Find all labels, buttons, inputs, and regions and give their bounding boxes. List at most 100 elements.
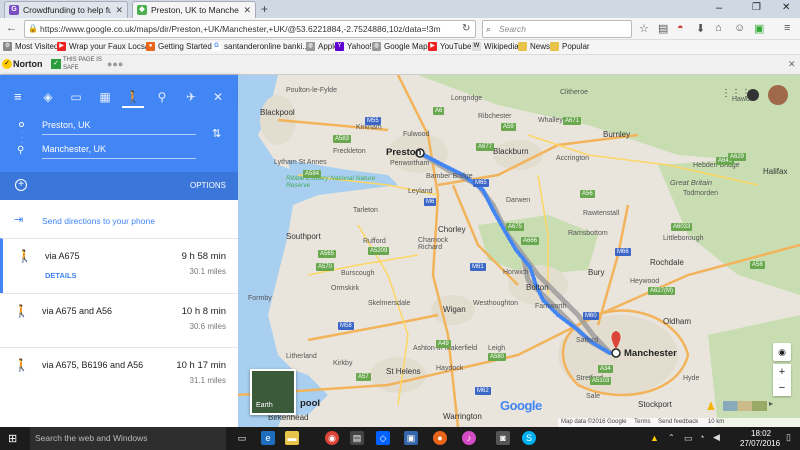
- reload-icon[interactable]: ↻: [462, 23, 470, 34]
- add-destination-icon[interactable]: +: [15, 179, 27, 191]
- collapse-imagery-icon[interactable]: ▸: [769, 399, 773, 408]
- photos-icon[interactable]: ▣: [404, 431, 418, 445]
- download-icon[interactable]: ⬇: [696, 22, 705, 35]
- pocket-icon[interactable]: ◓: [677, 22, 684, 34]
- clipboard-icon[interactable]: ▤: [658, 22, 668, 35]
- send-directions-link[interactable]: Send directions to your phone: [42, 216, 155, 226]
- earth-view-toggle[interactable]: Earth: [250, 369, 296, 415]
- terms-link[interactable]: Terms: [634, 419, 650, 425]
- tab-crowdfunding[interactable]: G Crowdfunding to help fun... ✕: [4, 1, 128, 18]
- back-arrow-icon[interactable]: ←: [6, 22, 17, 34]
- send-feedback-link[interactable]: Send feedback: [658, 419, 698, 425]
- route-option-2[interactable]: 🚶 via A675 and A56 10 h 8 min 30.6 miles: [0, 293, 238, 347]
- bookmark-youtube[interactable]: ▶ YouTube: [428, 42, 471, 51]
- map-label-blackpool: Blackpool: [260, 108, 295, 117]
- windows-start-icon[interactable]: ⊞: [8, 432, 17, 445]
- airplane-icon[interactable]: ✈: [183, 90, 199, 104]
- origin-input[interactable]: Preston, UK: [42, 115, 196, 135]
- tab-google-maps[interactable]: ◆ Preston, UK to Manchester... ✕: [132, 1, 256, 18]
- browser-search-field[interactable]: ⌕ Search: [482, 20, 632, 38]
- close-tab-icon[interactable]: ✕: [115, 5, 123, 16]
- norton-close-icon[interactable]: ✕: [788, 59, 796, 70]
- my-location-button[interactable]: ◉: [773, 343, 791, 361]
- zoom-out-button[interactable]: −: [773, 380, 791, 396]
- bookmark-apple[interactable]: ◍ Apple: [306, 42, 338, 51]
- norton-brand[interactable]: Norton: [13, 59, 43, 69]
- destination-input[interactable]: Manchester, UK: [42, 139, 196, 159]
- bookmark-popular[interactable]: Popular: [550, 42, 590, 51]
- map-label-accrington: Accrington: [556, 155, 590, 162]
- bookmark-wrap-faux-locs[interactable]: ▶ Wrap your Faux Locs/...: [57, 42, 154, 51]
- dropbox-icon[interactable]: ◇: [376, 431, 390, 445]
- bicycle-icon[interactable]: ⚲: [154, 90, 170, 104]
- close-tab-icon[interactable]: ✕: [243, 5, 251, 16]
- train-icon[interactable]: ▦: [97, 90, 113, 104]
- home-icon[interactable]: ⌂: [715, 22, 722, 34]
- firefox-icon[interactable]: ●: [433, 431, 447, 445]
- volume-icon[interactable]: ◀: [713, 432, 720, 443]
- smiley-icon[interactable]: ☺: [734, 22, 745, 34]
- wikipedia-icon: W: [472, 42, 481, 51]
- send-to-phone-row[interactable]: ⇥ Send directions to your phone: [0, 200, 238, 240]
- norton-tray-icon[interactable]: ▲: [650, 433, 659, 443]
- bookmark-getting-started[interactable]: ● Getting Started: [146, 42, 212, 51]
- norton-more-icon[interactable]: ●●●: [107, 59, 123, 69]
- map-label-fulwood: Fulwood: [403, 131, 430, 138]
- options-button[interactable]: OPTIONS: [190, 181, 226, 190]
- wifi-icon[interactable]: ◔: [699, 432, 704, 442]
- user-avatar[interactable]: [768, 85, 788, 105]
- road-badge-a57: A57: [356, 373, 371, 381]
- edge-icon[interactable]: e: [261, 431, 275, 445]
- star-icon[interactable]: ☆: [639, 22, 649, 35]
- map-canvas[interactable]: Poulton-le-Fylde Blackpool Lytham St Ann…: [238, 75, 800, 427]
- details-link[interactable]: DETAILS: [45, 271, 77, 280]
- walking-icon[interactable]: 🚶: [125, 90, 141, 104]
- directions-header: ≡ ◈ ▭ ▦ 🚶 ⚲ ✈ ✕ · · · Preston, UK ⚲ Manche…: [0, 75, 238, 200]
- road-badge-a629: A629: [728, 153, 747, 161]
- bookmark-yahoo[interactable]: Y Yahoo!: [335, 42, 372, 51]
- map-label-bolton: Bolton: [526, 283, 549, 292]
- bookmark-wikipedia[interactable]: W Wikipedia: [472, 42, 519, 51]
- best-route-icon[interactable]: ◈: [40, 90, 56, 104]
- car-icon[interactable]: ▭: [68, 90, 84, 104]
- camera-icon[interactable]: ◙: [496, 431, 510, 445]
- close-directions-icon[interactable]: ✕: [210, 90, 226, 104]
- close-window-button[interactable]: ✕: [782, 2, 790, 13]
- swap-directions-icon[interactable]: ⇅: [212, 127, 221, 140]
- skype-icon[interactable]: S: [522, 431, 536, 445]
- bookmark-news[interactable]: News: [518, 42, 550, 51]
- map-label-horwich: Horwich: [503, 269, 529, 276]
- taskbar-search[interactable]: Search the web and Windows: [30, 427, 226, 450]
- clock-date[interactable]: 27/07/2016: [740, 439, 780, 448]
- new-tab-button[interactable]: +: [261, 2, 268, 16]
- bookmark-santander[interactable]: Gsantanderonline banki...: [212, 42, 309, 51]
- lock-icon: 🔒: [28, 24, 38, 33]
- address-bar[interactable]: 🔒 https://www.google.co.uk/maps/dir/Pres…: [24, 20, 476, 38]
- minimize-button[interactable]: –: [716, 2, 722, 14]
- itunes-icon[interactable]: ♪: [462, 431, 476, 445]
- walking-mode-underline: [122, 106, 144, 108]
- route-option-1[interactable]: 🚶 via A675 9 h 58 min 30.1 miles DETAILS: [0, 238, 238, 293]
- hamburger-menu-icon[interactable]: ≡: [14, 90, 22, 103]
- extension-icon[interactable]: ▣: [754, 22, 764, 35]
- bookmark-most-visited[interactable]: ⚙ Most Visited: [3, 42, 58, 51]
- zoom-in-button[interactable]: +: [773, 364, 791, 380]
- restore-button[interactable]: ❐: [752, 2, 761, 13]
- route-option-3[interactable]: 🚶 via A675, B6196 and A56 10 h 17 min 31…: [0, 347, 238, 401]
- map-label-chorley: Chorley: [438, 225, 466, 234]
- battery-icon[interactable]: ▭: [684, 433, 693, 444]
- google-maps-favicon-icon: ◆: [137, 5, 147, 15]
- explorer-icon[interactable]: ▬: [285, 431, 299, 445]
- pegman-icon[interactable]: ♟: [706, 400, 716, 413]
- bookmark-google-maps[interactable]: ◍ Google Maps: [372, 42, 432, 51]
- clock-time[interactable]: 18:02: [751, 429, 771, 438]
- task-view-icon[interactable]: ▭: [235, 431, 249, 445]
- tray-expand-icon[interactable]: ⌃: [668, 433, 675, 442]
- imagery-thumbnails[interactable]: [723, 401, 767, 411]
- notifications-icon[interactable]: [747, 89, 759, 101]
- menu-icon[interactable]: ≡: [784, 22, 790, 34]
- store-icon[interactable]: ▤: [350, 431, 364, 445]
- map-label-longridge: Longridge: [451, 95, 483, 102]
- notification-center-icon[interactable]: ▯: [786, 432, 791, 443]
- chrome-icon[interactable]: ◉: [325, 431, 339, 445]
